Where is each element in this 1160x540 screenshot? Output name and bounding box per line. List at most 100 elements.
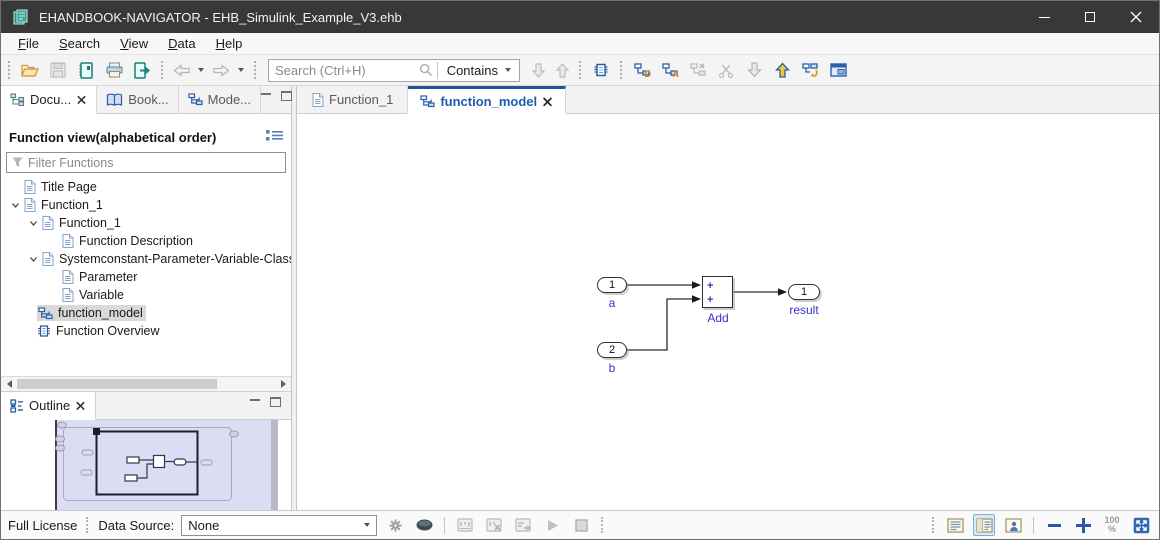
- minimize-panel-icon[interactable]: [250, 398, 260, 401]
- save-button[interactable]: [46, 58, 70, 82]
- tab-models[interactable]: Mode...: [179, 86, 262, 113]
- calibration-window-button[interactable]: [454, 514, 476, 536]
- model-annotation-icon: A: [662, 63, 679, 79]
- tree-item-systemconstant[interactable]: Systemconstant-Parameter-Variable-Classi…: [1, 250, 291, 268]
- sum-block[interactable]: + +: [702, 276, 733, 308]
- fit-to-view-button[interactable]: [1130, 514, 1152, 536]
- tree-item-label: Variable: [79, 288, 124, 302]
- tree-item-title-page[interactable]: Title Page: [1, 178, 291, 196]
- export-button[interactable]: [770, 58, 794, 82]
- tab-bookmarks[interactable]: Book...: [97, 86, 179, 113]
- close-icon[interactable]: [543, 96, 552, 105]
- toolbar-grip[interactable]: [579, 61, 582, 79]
- next-result-button[interactable]: [528, 58, 548, 82]
- scroll-left-arrow[interactable]: [1, 377, 17, 391]
- maximize-panel-icon[interactable]: [270, 397, 281, 407]
- tree-item-variable[interactable]: Variable: [1, 286, 291, 304]
- search-match-mode-dropdown[interactable]: Contains: [438, 63, 519, 78]
- collapse-chevron-icon[interactable]: [7, 201, 23, 210]
- horizontal-scrollbar[interactable]: [1, 376, 291, 392]
- scrollbar-track[interactable]: [17, 377, 275, 391]
- data-source-settings-button[interactable]: [384, 514, 406, 536]
- function-overview-button[interactable]: [589, 58, 613, 82]
- document-icon: [61, 270, 74, 284]
- open-in-window-button[interactable]: [826, 58, 850, 82]
- tab-label: Function_1: [329, 92, 394, 107]
- outline-thumbnail[interactable]: [1, 420, 291, 510]
- tree-item-function-description[interactable]: Function Description: [1, 232, 291, 250]
- menu-view[interactable]: View: [111, 35, 157, 53]
- print-button[interactable]: [102, 58, 126, 82]
- calibration-apply-button[interactable]: [512, 514, 534, 536]
- zoom-reset-button[interactable]: 100 %: [1101, 514, 1123, 536]
- inport-label-a[interactable]: a: [597, 296, 627, 310]
- tree-item-parameter[interactable]: Parameter: [1, 268, 291, 286]
- export-handbook-button[interactable]: [130, 58, 154, 82]
- zoom-in-button[interactable]: [1072, 514, 1094, 536]
- model-clear-icon: [690, 63, 706, 76]
- toolbar-grip[interactable]: [254, 61, 257, 79]
- scroll-right-arrow[interactable]: [275, 377, 291, 391]
- measurement-stone-button[interactable]: [413, 514, 435, 536]
- open-handbook-button[interactable]: [74, 58, 98, 82]
- inport-block-b[interactable]: 2: [597, 342, 627, 358]
- menu-file[interactable]: File: [9, 35, 48, 53]
- outport-label-result[interactable]: result: [782, 303, 826, 317]
- menu-search[interactable]: Search: [50, 35, 109, 53]
- print-icon: [106, 62, 122, 78]
- back-history-dropdown[interactable]: [195, 58, 207, 82]
- search-input[interactable]: [269, 62, 419, 78]
- tab-documents[interactable]: Docu...: [1, 86, 98, 114]
- scrollbar-thumb[interactable]: [17, 379, 217, 389]
- tree-item-function-overview[interactable]: Function Overview: [1, 322, 291, 340]
- data-source-select[interactable]: None: [181, 514, 378, 536]
- zoom-out-button[interactable]: [1043, 514, 1065, 536]
- view-single-page-button[interactable]: [944, 514, 966, 536]
- collapse-chevron-icon[interactable]: [25, 219, 41, 228]
- tree-item-function-1-sub[interactable]: Function_1: [1, 214, 291, 232]
- inport-label-b[interactable]: b: [597, 361, 627, 375]
- minimize-panel-icon[interactable]: [261, 92, 272, 95]
- show-model-annotations-button[interactable]: A: [658, 58, 682, 82]
- tab-outline[interactable]: Outline: [1, 392, 97, 420]
- forward-history-dropdown[interactable]: [235, 58, 247, 82]
- tab-function-1[interactable]: Function_1: [297, 86, 409, 113]
- forward-button[interactable]: [211, 58, 231, 82]
- tree-item-function-model[interactable]: function_model: [1, 304, 291, 322]
- tab-function-model[interactable]: function_model: [408, 86, 567, 114]
- filter-functions-input[interactable]: Filter Functions: [6, 152, 286, 173]
- close-button[interactable]: [1113, 1, 1159, 33]
- import-button[interactable]: [742, 58, 766, 82]
- view-contact-button[interactable]: [1002, 514, 1024, 536]
- maximize-panel-icon[interactable]: [281, 91, 293, 101]
- calibration-discard-button[interactable]: [483, 514, 505, 536]
- menu-data[interactable]: Data: [159, 35, 204, 53]
- toolbar-grip[interactable]: [161, 61, 164, 79]
- maximize-button[interactable]: [1067, 1, 1113, 33]
- toolbar-grip[interactable]: [620, 61, 623, 79]
- open-file-button[interactable]: [18, 58, 42, 82]
- filter-icon: [12, 157, 23, 167]
- play-icon: [547, 519, 558, 531]
- menu-help[interactable]: Help: [207, 35, 252, 53]
- close-icon[interactable]: [77, 95, 86, 104]
- close-icon[interactable]: [76, 401, 85, 410]
- toolbar-grip[interactable]: [8, 61, 11, 79]
- view-menu-icon[interactable]: [266, 129, 283, 145]
- reload-model-button[interactable]: [798, 58, 822, 82]
- split-model-button[interactable]: [714, 58, 738, 82]
- hide-model-overlays-button[interactable]: [686, 58, 710, 82]
- inport-block-a[interactable]: 1: [597, 277, 627, 293]
- sum-block-label[interactable]: Add: [696, 311, 740, 325]
- diagram-canvas[interactable]: 1 a 2 b + + Add 1 result: [297, 114, 1159, 510]
- show-model-data-button[interactable]: D: [630, 58, 654, 82]
- minimize-button[interactable]: [1021, 1, 1067, 33]
- play-button[interactable]: [541, 514, 563, 536]
- back-button[interactable]: [171, 58, 191, 82]
- collapse-chevron-icon[interactable]: [25, 255, 41, 264]
- view-split-page-button[interactable]: [973, 514, 995, 536]
- outport-block-result[interactable]: 1: [788, 284, 820, 300]
- stop-button[interactable]: [570, 514, 592, 536]
- tree-item-function-1[interactable]: Function_1: [1, 196, 291, 214]
- previous-result-button[interactable]: [552, 58, 572, 82]
